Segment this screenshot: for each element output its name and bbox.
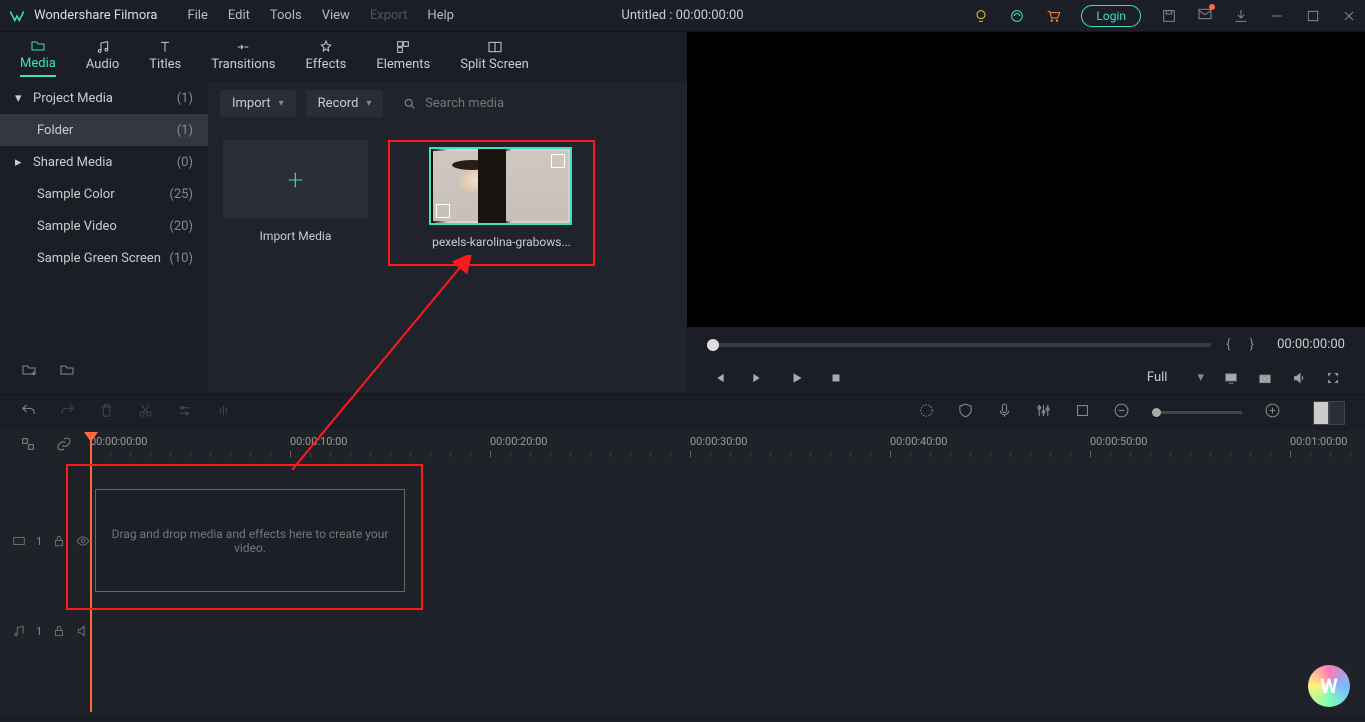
title-bar: Wondershare Filmora File Edit Tools View… [0, 0, 1365, 32]
snapshot-icon[interactable] [1258, 371, 1272, 385]
adjust-icon [176, 402, 193, 423]
record-dropdown[interactable]: Record [306, 90, 384, 117]
timeline-view-toggle[interactable] [1313, 401, 1345, 425]
fullscreen-icon[interactable] [1326, 371, 1340, 385]
shield-icon[interactable] [957, 402, 974, 423]
quality-dropdown[interactable]: Full [1147, 370, 1204, 385]
tab-audio[interactable]: Audio [86, 39, 119, 76]
display-icon[interactable] [1224, 371, 1238, 385]
menu-view[interactable]: View [322, 8, 350, 23]
timeline-toolbar [0, 394, 1365, 430]
cut-icon [137, 402, 154, 423]
delete-icon [98, 402, 115, 423]
menu-export: Export [370, 8, 408, 23]
timeline-drop-zone[interactable]: Drag and drop media and effects here to … [95, 489, 405, 592]
app-name: Wondershare Filmora [34, 8, 157, 23]
tab-split-screen[interactable]: Split Screen [460, 39, 529, 76]
zoom-slider[interactable] [1152, 411, 1242, 414]
maximize-icon[interactable] [1305, 8, 1321, 24]
clip-add-icon[interactable] [436, 204, 450, 218]
tab-effects[interactable]: Effects [306, 39, 347, 76]
marker-icon[interactable] [918, 402, 935, 423]
preview-panel [687, 32, 1365, 327]
sidebar-item-sample-color[interactable]: Sample Color(25) [0, 178, 208, 210]
minimize-icon[interactable] [1269, 8, 1285, 24]
stop-icon[interactable] [829, 371, 843, 385]
support-icon[interactable] [1009, 8, 1025, 24]
mixer-icon[interactable] [1035, 402, 1052, 423]
audio-track-icon [12, 624, 26, 638]
next-frame-icon[interactable] [751, 371, 765, 385]
wondershare-badge[interactable]: W [1308, 665, 1350, 707]
timeline-ruler[interactable]: 00:00:00:0000:00:10:0000:00:20:0000:00:3… [90, 435, 1365, 459]
prev-frame-icon[interactable] [712, 371, 726, 385]
menu-tools[interactable]: Tools [270, 8, 302, 23]
audio-wave-icon [215, 402, 232, 423]
preview-controls: { } 00:00:00:00 Full [687, 327, 1365, 393]
download-icon[interactable] [1233, 8, 1249, 24]
tab-media[interactable]: Media [20, 38, 56, 77]
menu-help[interactable]: Help [427, 8, 454, 23]
play-icon[interactable] [790, 371, 804, 385]
sidebar-item-project-media[interactable]: ▾Project Media(1) [0, 82, 208, 114]
idea-icon[interactable] [973, 8, 989, 24]
mic-icon[interactable] [996, 402, 1013, 423]
message-icon[interactable] [1197, 6, 1213, 26]
login-button[interactable]: Login [1081, 5, 1141, 27]
preview-scrubber[interactable] [707, 343, 1211, 347]
sidebar-item-sample-green[interactable]: Sample Green Screen(10) [0, 242, 208, 274]
redo-icon [59, 402, 76, 423]
zoom-out-icon[interactable] [1113, 402, 1130, 423]
lock-icon[interactable] [52, 534, 66, 548]
zoom-in-icon[interactable] [1264, 402, 1281, 423]
tab-elements[interactable]: Elements [376, 39, 430, 76]
document-title: Untitled : 00:00:00:00 [621, 8, 743, 23]
expand-tracks-icon[interactable] [20, 436, 36, 452]
speaker-icon[interactable] [76, 624, 90, 638]
sidebar-item-shared-media[interactable]: ▸Shared Media(0) [0, 146, 208, 178]
clip-type-icon [551, 154, 565, 168]
import-dropdown[interactable]: Import [220, 90, 296, 117]
sidebar-item-folder[interactable]: Folder(1) [0, 114, 208, 146]
save-icon[interactable] [1161, 8, 1177, 24]
search-icon [403, 97, 417, 111]
new-folder-icon[interactable] [20, 362, 38, 378]
sidebar-item-sample-video[interactable]: Sample Video(20) [0, 210, 208, 242]
clip-label: pexels-karolina-grabows... [429, 235, 574, 249]
folder-icon[interactable] [58, 362, 76, 378]
clip-thumbnail[interactable] [429, 147, 572, 225]
tab-titles[interactable]: Titles [149, 39, 181, 76]
menu-file[interactable]: File [187, 8, 207, 23]
undo-icon[interactable] [20, 402, 37, 423]
main-menu: File Edit Tools View Export Help [187, 8, 454, 23]
timeline-panel: 00:00:00:0000:00:10:0000:00:20:0000:00:3… [0, 430, 1365, 715]
cart-icon[interactable] [1045, 8, 1061, 24]
eye-icon[interactable] [76, 534, 90, 548]
annotation-highlight-media: pexels-karolina-grabows... [388, 140, 595, 266]
import-media-cell[interactable]: + Import Media [223, 140, 368, 266]
playhead[interactable] [90, 432, 92, 712]
close-icon[interactable] [1341, 8, 1357, 24]
media-clip[interactable]: pexels-karolina-grabows... [429, 147, 574, 249]
audio-track-header[interactable]: 1 [0, 624, 90, 638]
menu-edit[interactable]: Edit [228, 8, 250, 23]
tab-transitions[interactable]: Transitions [211, 39, 275, 76]
app-logo-icon [8, 7, 26, 25]
crop-icon[interactable] [1074, 402, 1091, 423]
in-out-braces[interactable]: { } [1226, 337, 1262, 352]
plus-icon: + [288, 163, 304, 196]
preview-time: 00:00:00:00 [1277, 337, 1345, 352]
video-track-icon [12, 534, 26, 548]
volume-icon[interactable] [1292, 371, 1306, 385]
lock-icon[interactable] [52, 624, 66, 638]
video-track-header[interactable]: 1 [0, 534, 90, 548]
media-sidebar: ▾Project Media(1) Folder(1) ▸Shared Medi… [0, 82, 208, 392]
link-icon[interactable] [56, 436, 72, 452]
